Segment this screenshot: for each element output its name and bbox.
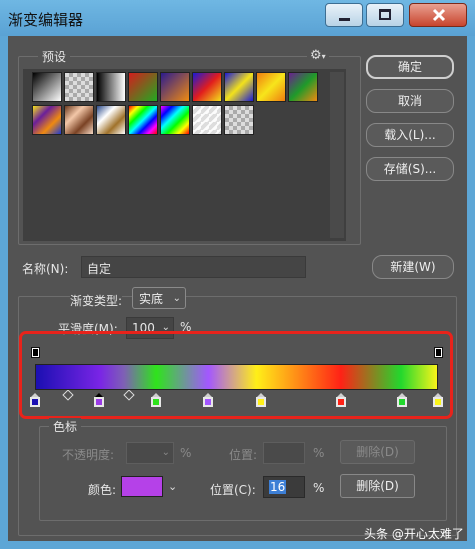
name-label: 名称(N):: [22, 262, 69, 276]
color-location-value: 16: [269, 480, 287, 494]
preset-swatch-yellow-violet-orange-blue[interactable]: [32, 105, 62, 135]
chevron-down-icon: ⌄: [161, 447, 170, 458]
title-bar: 渐变编辑器: [0, 0, 475, 36]
preset-swatch-black-white[interactable]: [96, 72, 126, 102]
close-button[interactable]: [409, 3, 467, 27]
load-button[interactable]: 载入(L)...: [366, 123, 454, 147]
minimize-button[interactable]: [325, 3, 363, 27]
color-label: 颜色:: [88, 483, 117, 497]
preset-swatch-foreground-to-background[interactable]: [32, 72, 62, 102]
preset-swatch-neutral-density[interactable]: [224, 105, 254, 135]
watermark-text: 头条 @开心太难了: [364, 527, 464, 541]
stop-color-swatch[interactable]: [121, 476, 163, 497]
gradient-type-select[interactable]: 实底 ⌄: [132, 287, 186, 309]
presets-label: 预设: [38, 48, 71, 65]
opacity-delete-button: 删除(D): [340, 440, 415, 464]
preset-swatch-violet-orange[interactable]: [160, 72, 190, 102]
ok-button[interactable]: 确定: [366, 55, 454, 79]
gradient-type-value: 实底: [139, 292, 164, 306]
chevron-down-icon[interactable]: ⌄: [168, 480, 177, 493]
maximize-icon: [379, 9, 391, 20]
color-location-input[interactable]: 16: [263, 476, 305, 498]
color-location-label: 位置(C):: [210, 483, 256, 497]
minimize-icon: [339, 18, 350, 21]
chevron-down-icon: ⌄: [172, 293, 181, 304]
new-button[interactable]: 新建(W): [372, 255, 454, 279]
preset-swatch-transparent-stripes[interactable]: [192, 105, 222, 135]
preset-swatch-violet-green-orange[interactable]: [288, 72, 318, 102]
preset-swatch-blue-red-yellow[interactable]: [192, 72, 222, 102]
color-delete-button[interactable]: 删除(D): [340, 474, 415, 498]
name-input[interactable]: 自定: [81, 256, 306, 278]
preset-swatch-red-green[interactable]: [128, 72, 158, 102]
opacity-unit: %: [180, 446, 192, 460]
preset-swatch-spectrum[interactable]: [128, 105, 158, 135]
maximize-button[interactable]: [366, 3, 404, 27]
preset-swatch-foreground-to-transparent[interactable]: [64, 72, 94, 102]
presets-list: [23, 69, 346, 241]
gradient-editor-window: 渐变编辑器 预设 ⚙▾ 确定 取消 载入(L)... 存储(S)... 名称(N…: [0, 0, 475, 549]
opacity-location-unit: %: [313, 446, 325, 460]
preset-swatch-blue-yellow-blue[interactable]: [224, 72, 254, 102]
preset-swatch-chrome[interactable]: [96, 105, 126, 135]
close-icon: [432, 8, 446, 22]
opacity-location-label: 位置:: [229, 448, 258, 462]
gear-icon[interactable]: ⚙▾: [307, 48, 329, 63]
window-title: 渐变编辑器: [8, 11, 84, 29]
preset-swatch-transparent-rainbow[interactable]: [160, 105, 190, 135]
color-location-unit: %: [313, 481, 325, 495]
save-button[interactable]: 存储(S)...: [366, 157, 454, 181]
preset-swatch-orange-yellow-orange[interactable]: [256, 72, 286, 102]
gradient-type-label: 渐变类型:: [70, 292, 123, 309]
cancel-button[interactable]: 取消: [366, 89, 454, 113]
presets-scrollbar[interactable]: [330, 72, 344, 238]
stops-label: 色标: [49, 418, 82, 435]
preset-swatch-copper[interactable]: [64, 105, 94, 135]
highlight-annotation: [19, 331, 453, 419]
opacity-input: ⌄: [126, 442, 174, 464]
opacity-label: 不透明度:: [62, 448, 115, 462]
opacity-location-input: [263, 442, 305, 464]
